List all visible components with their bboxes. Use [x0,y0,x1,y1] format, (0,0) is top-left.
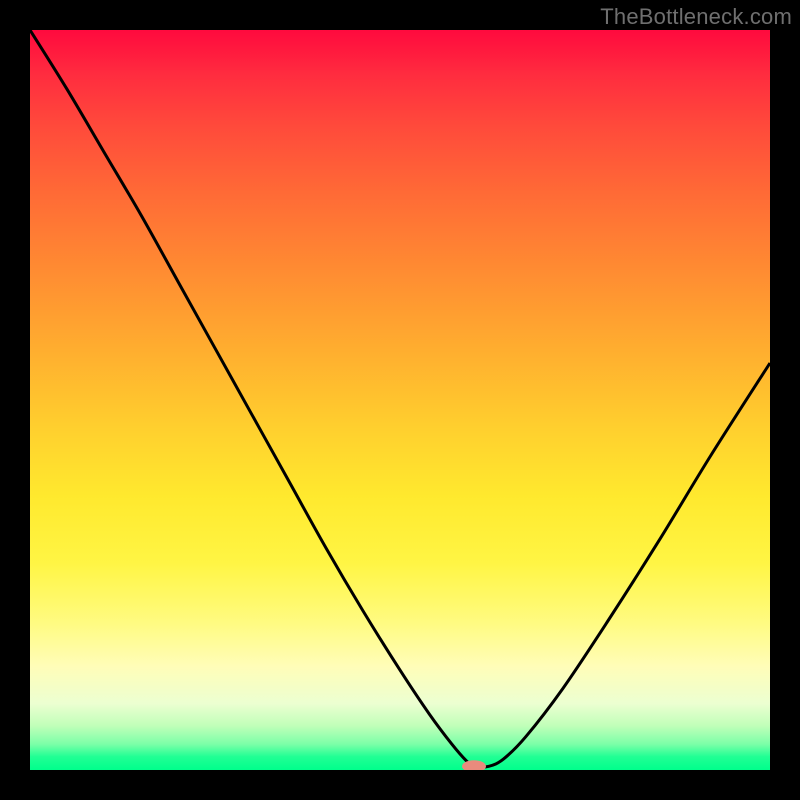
bottleneck-curve [30,30,770,770]
plot-area [30,30,770,770]
curve-line [30,30,770,767]
chart-frame: TheBottleneck.com [0,0,800,800]
watermark-text: TheBottleneck.com [600,4,792,30]
